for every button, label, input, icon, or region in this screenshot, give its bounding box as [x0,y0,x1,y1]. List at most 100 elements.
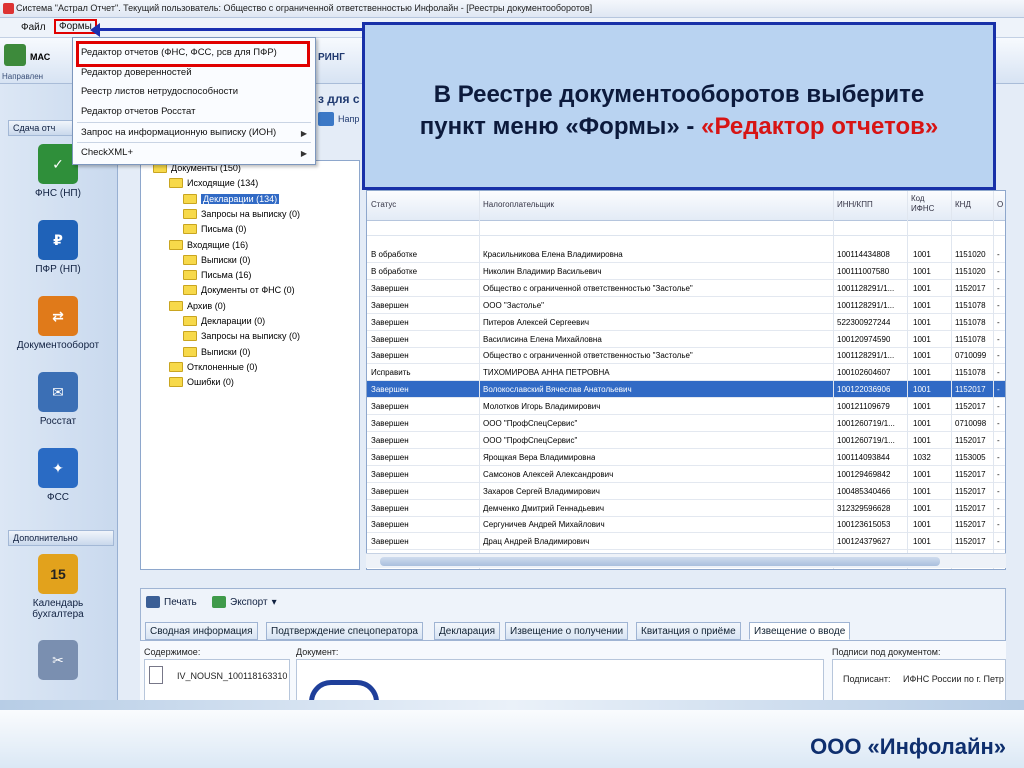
table-row[interactable]: В обработке Николин Владимир Васильевич 10… [367,263,1005,280]
table-row[interactable]: Завершен Самсонов Алексей Александрович 10… [367,466,1005,483]
tree-node[interactable]: Запросы на выписку (0) [183,331,300,342]
cell-ifns: 1001 [913,368,931,378]
sidebar-item-calendar[interactable]: 15 Календарь бухгалтера [6,554,110,620]
tab-acceptance-receipt[interactable]: Квитанция о приёме [636,622,741,640]
table-row[interactable]: Завершен ООО "ПрофСпецСервис" 1001260719/1… [367,415,1005,432]
tree-node[interactable]: Отклоненные (0) [169,361,257,372]
cell-taxpayer: Николин Владимир Васильевич [483,266,602,276]
calendar-day-label: 15 [50,566,66,582]
tab-declaration[interactable]: Декларация [434,622,501,640]
table-row[interactable]: Завершен ООО "ПрофСпецСервис" 1001260719/1… [367,432,1005,449]
cell-knd: 0710098 [955,419,987,428]
tree-node[interactable]: Выписки (0) [183,254,250,265]
table-row[interactable]: Исправить ТИХОМИРОВА АННА ПЕТРОВНА 1001026… [367,364,1005,382]
table-row[interactable]: Завершен Общество с ограниченной ответств… [367,280,1005,297]
menu-item-sick-leave-registry[interactable]: Реестр листов нетрудоспособности [81,86,238,97]
cell-extra: - [997,419,1000,428]
cell-knd: 1152017 [955,503,986,513]
ribbon-icon[interactable] [4,44,26,66]
cell-taxpayer: Самсонов Алексей Александрович [483,469,614,479]
tree-node[interactable]: Декларации (0) [183,316,265,326]
sidebar-item-docflow[interactable]: ⇄ Документооборот [6,296,110,351]
scrollbar-thumb[interactable] [380,557,940,566]
table-row[interactable]: Завершен Ярощкая Вера Владимировна 1001140… [367,449,1005,466]
table-row[interactable]: В обработке Красильникова Елена Владимиро… [367,246,1005,263]
column-header-extra[interactable]: О [997,200,1003,209]
folder-icon [183,285,197,296]
menu-item-checkxml[interactable]: CheckXML+ [81,147,133,158]
ribbon-left-label[interactable]: МАС [30,52,50,62]
menu-item-rosstat-report-editor[interactable]: Редактор отчетов Росстат [81,106,195,117]
menu-item-info-statement-request[interactable]: Запрос на информационную выписку (ИОН) [81,127,276,138]
cell-extra: - [997,385,1000,395]
table-row[interactable]: Завершен Сергуничев Андрей Михайлович 1001… [367,516,1005,534]
tree-node[interactable]: Документы от ФНС (0) [183,285,295,296]
cell-ifns: 1001 [913,537,931,547]
cell-status: Завершен [371,351,409,361]
table-row[interactable]: Завершен Василисина Елена Михайловна 10012… [367,331,1005,348]
tree-node[interactable]: Письма (16) [183,270,252,281]
cell-knd: 1151078 [955,334,986,344]
column-header-inn[interactable]: ИНН/КПП [837,200,873,209]
cell-knd: 1151078 [955,317,986,327]
table-row[interactable]: Завершен Драц Андрей Владимирович 10012437… [367,533,1005,551]
grid-horizontal-scrollbar[interactable] [366,553,1006,568]
cell-knd: 1152017 [955,469,986,479]
table-row[interactable]: Завершен Демченко Дмитрий Геннадьевич 3123… [367,500,1005,517]
column-header-ifns[interactable]: Код ИФНС [911,194,945,214]
tree-node[interactable]: Декларации (134) [183,193,280,204]
folder-icon [183,224,197,235]
table-row[interactable]: Завершен Захаров Сергей Владимирович 10048… [367,483,1005,500]
tree-node[interactable]: Запросы на выписку (0) [183,208,300,219]
partial-heading: з для с [318,92,360,106]
table-row[interactable]: Завершен Волокославский Вячеслав Анатолье… [367,381,1005,399]
sidebar-item-pfr[interactable]: ₽ ПФР (НП) [6,220,110,275]
tree-node[interactable]: Выписки (0) [183,346,250,357]
tree-node[interactable]: Архив (0) [169,300,226,311]
printer-icon [146,596,160,608]
grid-filter-row[interactable] [367,221,1005,236]
print-button[interactable]: Печать [146,596,197,608]
table-row[interactable]: Завершен Питеров Алексей Сергеевич 5223009… [367,314,1005,331]
tab-input-notice[interactable]: Извещение о вводе [749,622,851,640]
sidebar-item-tools[interactable]: ✂ [6,640,110,684]
tree-node-label: Запросы на выписку (0) [201,208,300,219]
export-button[interactable]: Экспорт ▾ [212,596,277,608]
file-name[interactable]: IV_NOUSN_100118163310 [177,671,287,681]
cell-extra: - [997,503,1000,513]
grid-column-divider [833,191,834,569]
callout-line-2: пункт меню «Формы» - «Редактор отчетов» [365,113,993,141]
contents-list[interactable]: IV_NOUSN_100118163310 [144,659,290,700]
menu-file[interactable]: Файл [18,21,49,34]
table-row[interactable]: Завершен Общество с ограниченной ответств… [367,347,1005,365]
tree-node-label: Письма (16) [201,270,252,281]
column-header-status[interactable]: Статус [371,200,396,209]
cell-inn: 100485340466 [837,486,891,496]
sidebar-extra-header[interactable]: Дополнительно [8,530,114,546]
column-header-knd[interactable]: КНД [955,200,971,209]
sidebar-item-label: ФСС [46,492,70,503]
cell-taxpayer: Красильникова Елена Владимировна [483,250,623,259]
ribbon-right-label[interactable]: РИНГ [318,52,345,63]
sidebar-item-fss[interactable]: ✦ ФСС [6,448,110,503]
cell-ifns: 1001 [913,300,931,310]
signer-label: Подписант: [843,674,891,684]
tree-node[interactable]: Входящие (16) [169,239,248,250]
menu-item-power-of-attorney-editor[interactable]: Редактор доверенностей [81,67,192,78]
table-row[interactable]: Завершен Молотков Игорь Владимирович 10012… [367,398,1005,416]
cell-taxpayer: Сергуничев Андрей Михайлович [483,520,605,530]
cell-status: Завершен [371,402,409,412]
tree-node[interactable]: Исходящие (134) [169,178,258,189]
column-header-taxpayer[interactable]: Налогоплательщик [483,200,554,209]
tree-node[interactable]: Ошибки (0) [169,377,234,388]
arrow-left-icon [90,23,100,37]
folder-icon [183,208,197,219]
tree-node[interactable]: Письма (0) [183,224,246,235]
table-row[interactable]: Завершен ООО "Застолье" 1001128291/1... 100… [367,297,1005,314]
tab-summary[interactable]: Сводная информация [145,622,258,640]
cell-status: Завершен [371,469,409,479]
tab-operator-confirmation[interactable]: Подтверждение спецоператора [266,622,423,640]
callout-pointer [96,28,364,31]
tab-receipt-notice[interactable]: Извещение о получении [505,622,629,640]
sidebar-item-rosstat[interactable]: ✉ Росстат [6,372,110,427]
